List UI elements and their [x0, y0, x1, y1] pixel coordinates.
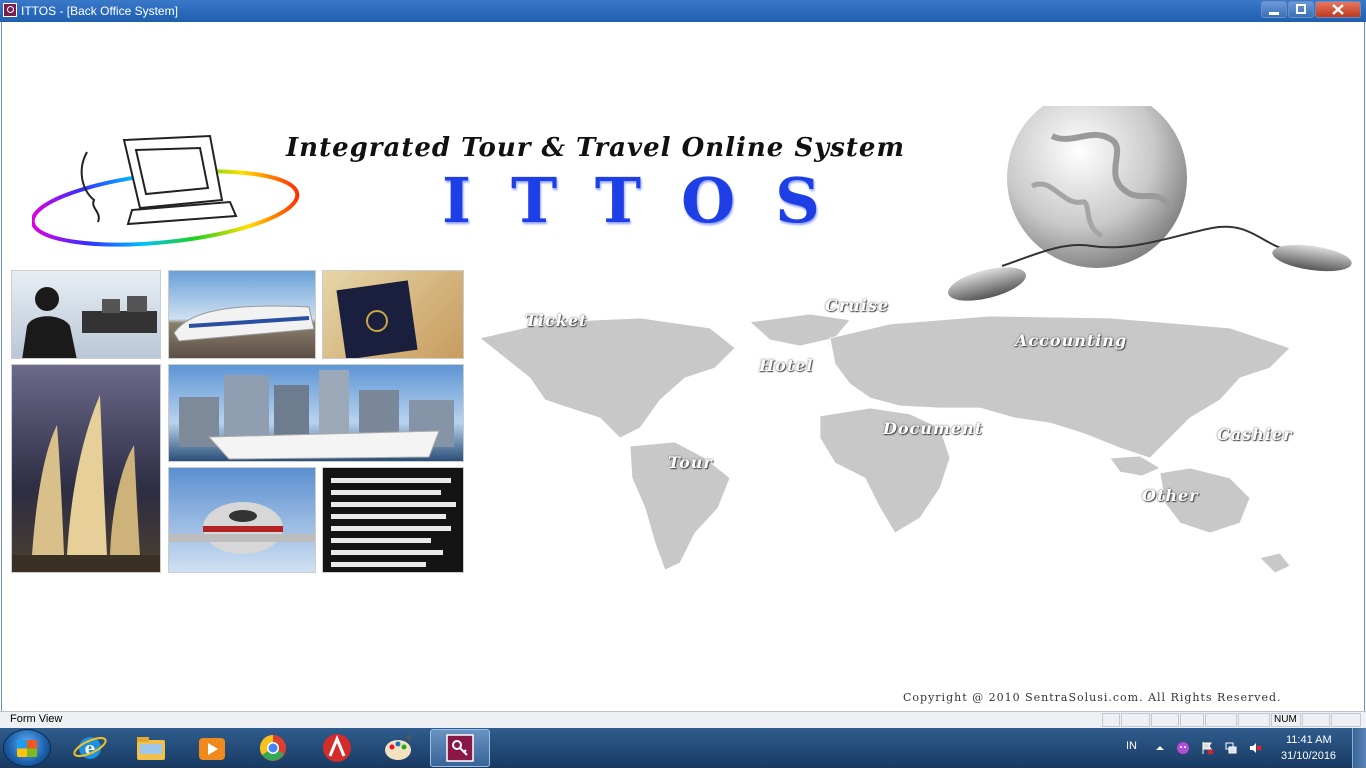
network-icon[interactable]: [1224, 741, 1238, 755]
passport-photo: [322, 270, 464, 359]
chrome-icon[interactable]: [243, 729, 303, 767]
num-lock-indicator: NUM: [1271, 713, 1301, 727]
status-cell: [1238, 713, 1270, 727]
status-cell: [1121, 713, 1150, 727]
language-indicator[interactable]: IN: [1126, 740, 1137, 752]
media-player-icon[interactable]: [182, 729, 242, 767]
messenger-icon[interactable]: [1176, 741, 1190, 755]
maximize-button[interactable]: [1288, 1, 1314, 18]
title-bar[interactable]: ITTOS - [Back Office System]: [0, 0, 1366, 22]
show-hidden-icons-icon[interactable]: [1153, 741, 1167, 755]
close-button[interactable]: [1315, 1, 1361, 18]
map-label-document: Document: [883, 419, 984, 438]
map-label-hotel: Hotel: [759, 356, 814, 375]
volume-muted-icon[interactable]: [1248, 741, 1262, 755]
ittos-logo: [32, 134, 300, 247]
towers-photo: [11, 364, 161, 573]
file-explorer-icon[interactable]: [121, 729, 181, 767]
map-label-accounting: Accounting: [1015, 331, 1128, 350]
departure-board-photo: [322, 467, 464, 573]
map-label-tour: Tour: [668, 453, 713, 472]
copyright-text: Copyright @ 2010 SentraSolusi.com. All R…: [903, 691, 1282, 704]
status-cell: [1302, 713, 1330, 727]
access-key-icon[interactable]: [3, 3, 17, 17]
map-label-cashier: Cashier: [1217, 425, 1293, 444]
status-cell: [1180, 713, 1204, 727]
paint-icon[interactable]: [368, 729, 428, 767]
clock-time[interactable]: 11:41 AM: [1286, 734, 1332, 746]
access-icon[interactable]: [430, 729, 490, 767]
show-desktop-button[interactable]: [1352, 728, 1366, 768]
maximize-icon: [1296, 4, 1306, 14]
window-title: ITTOS - [Back Office System]: [21, 4, 178, 18]
status-form-view: Form View: [10, 713, 63, 725]
windows-start-icon[interactable]: [3, 729, 51, 767]
autocad-icon[interactable]: [306, 729, 366, 767]
internet-explorer-icon[interactable]: e: [60, 729, 120, 767]
status-cell: [1205, 713, 1237, 727]
form-area: Integrated Tour & Travel Online System I…: [1, 22, 1365, 711]
minimize-button[interactable]: [1261, 1, 1287, 18]
map-label-other: Other: [1142, 486, 1199, 505]
map-label-ticket: Ticket: [525, 311, 588, 330]
minimize-icon: [1269, 12, 1279, 15]
brand-title: ITTOS: [442, 164, 860, 237]
cruise-ship-photo: [168, 364, 464, 462]
status-cell: [1331, 713, 1361, 727]
clock-date[interactable]: 31/10/2016: [1281, 750, 1336, 762]
train-photo: [168, 270, 316, 359]
globe-icon: [948, 106, 1352, 301]
call-center-photo: [11, 270, 161, 359]
status-bar: Form View NUM: [0, 711, 1366, 728]
airplane-photo: [168, 467, 316, 573]
map-label-cruise: Cruise: [825, 296, 890, 315]
status-cell: [1102, 713, 1120, 727]
action-center-flag-icon[interactable]: [1200, 741, 1214, 755]
status-cell: [1151, 713, 1179, 727]
tagline: Integrated Tour & Travel Online System: [286, 133, 905, 163]
close-icon: [1332, 4, 1344, 15]
